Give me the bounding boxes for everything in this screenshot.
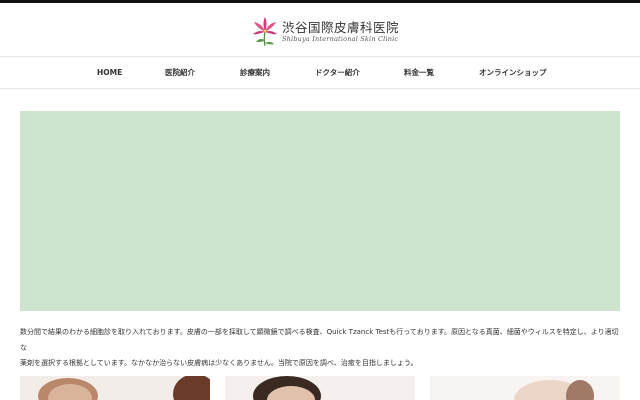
nav-item-doctor-intro[interactable]: ドクター紹介 xyxy=(315,57,360,88)
lily-flower-icon xyxy=(253,17,277,47)
nav-item-online-shop[interactable]: オンラインショップ xyxy=(479,57,547,88)
clinic-name-en: Shibuya International Skin Clinic xyxy=(282,34,399,43)
nav-item-treatment-info[interactable]: 診療案内 xyxy=(240,57,270,88)
intro-line-2: 薬剤を選択する根拠としています。なかなか治らない皮膚病は少なくありません。当院で… xyxy=(20,359,418,367)
nav-item-price-list[interactable]: 料金一覧 xyxy=(404,57,434,88)
portrait-photo-2 xyxy=(225,376,415,400)
nav-item-home[interactable]: HOME xyxy=(97,57,122,88)
clinic-logo[interactable]: 渋谷国際皮膚科医院 Shibuya International Skin Cli… xyxy=(252,15,399,49)
feature-card-3[interactable] xyxy=(430,376,620,400)
portrait-photo-1 xyxy=(20,376,210,400)
nav-item-clinic-intro[interactable]: 医院紹介 xyxy=(165,57,195,88)
main-navigation: HOME 医院紹介 診療案内 ドクター紹介 料金一覧 オンラインショップ xyxy=(0,56,640,89)
feature-card-2[interactable] xyxy=(225,376,415,400)
portrait-photo-3 xyxy=(430,376,620,400)
feature-card-1[interactable] xyxy=(20,376,210,400)
intro-text: 数分間で結果のわかる細胞診を取り入れております。皮膚の一部を採取して顕微鏡で調べ… xyxy=(20,325,624,372)
site-header: 渋谷国際皮膚科医院 Shibuya International Skin Cli… xyxy=(0,3,640,56)
intro-line-1: 数分間で結果のわかる細胞診を取り入れております。皮膚の一部を採取して顕微鏡で調べ… xyxy=(20,328,619,352)
clinic-name-jp: 渋谷国際皮膚科医院 xyxy=(282,19,400,35)
hero-banner xyxy=(20,111,620,311)
